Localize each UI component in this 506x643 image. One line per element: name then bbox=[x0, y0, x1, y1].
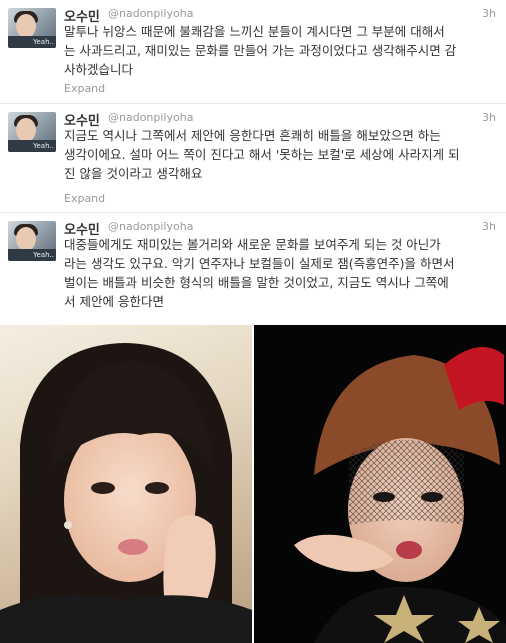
avatar[interactable]: Yeah.. bbox=[8, 112, 56, 152]
tweet-author-handle[interactable]: @nadonpilyoha bbox=[108, 220, 193, 233]
expand-link[interactable]: Expand bbox=[64, 192, 105, 205]
expand-link[interactable]: Expand bbox=[64, 82, 105, 95]
tweet-text: 지금도 역시나 그쪽에서 제안에 응한다면 흔쾌히 배틀을 해보았으면 하는 생… bbox=[64, 128, 460, 181]
tweet-2: Yeah.. 오수민 @nadonpilyoha 3h 지금도 역시나 그쪽에서… bbox=[0, 104, 506, 213]
tweet-author-handle[interactable]: @nadonpilyoha bbox=[108, 111, 193, 124]
tweet-1: Yeah.. 오수민 @nadonpilyoha 3h 말투나 뉘앙스 때문에 … bbox=[0, 0, 506, 104]
woman-stage-photo bbox=[254, 325, 506, 643]
avatar-tag: Yeah.. bbox=[33, 251, 54, 259]
tweet-timestamp[interactable]: 3h bbox=[482, 220, 496, 233]
avatar[interactable]: Yeah.. bbox=[8, 8, 56, 48]
tweet-author-handle[interactable]: @nadonpilyoha bbox=[108, 7, 193, 20]
avatar[interactable]: Yeah.. bbox=[8, 221, 56, 261]
photo-collage bbox=[0, 325, 506, 643]
avatar-tag: Yeah.. bbox=[33, 142, 54, 150]
tweet-3: Yeah.. 오수민 @nadonpilyoha 3h 대중들에게도 재미있는 … bbox=[0, 213, 506, 326]
tweet-text: 대중들에게도 재미있는 볼거리와 새로운 문화를 보여주게 되는 것 아닌가 라… bbox=[64, 237, 455, 309]
tweet-timestamp[interactable]: 3h bbox=[482, 7, 496, 20]
tweet-timestamp[interactable]: 3h bbox=[482, 111, 496, 124]
avatar-tag: Yeah.. bbox=[33, 38, 54, 46]
tweet-text: 말투나 뉘앙스 때문에 불쾌감을 느끼신 분들이 계시다면 그 부분에 대해서 … bbox=[64, 24, 457, 77]
woman-selfie-photo bbox=[0, 325, 252, 643]
